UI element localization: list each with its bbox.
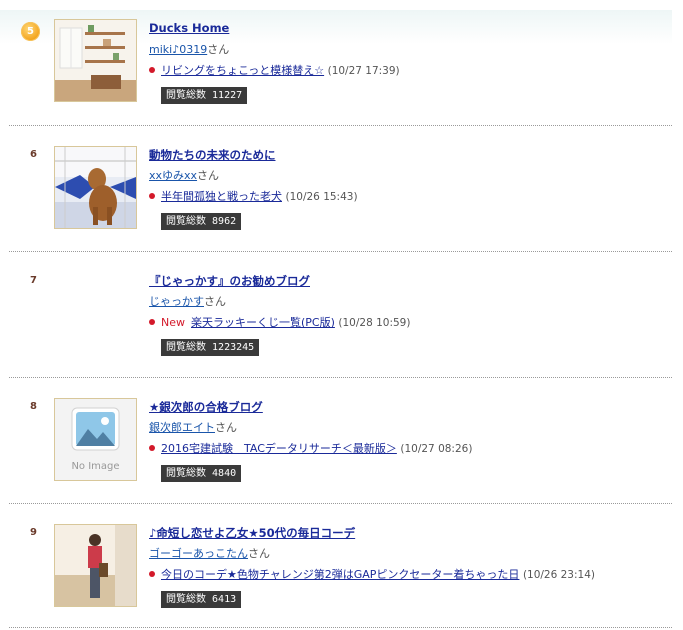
views-counter: 閲覧総数 11227 [161, 87, 248, 104]
latest-post: New 楽天ラッキーくじ一覧(PC版) (10/28 10:59) [149, 314, 410, 330]
blogger-link[interactable]: miki♪0319 [149, 43, 207, 56]
bullet-icon [149, 445, 155, 451]
blogger-link[interactable]: 銀次郎エイト [149, 421, 215, 434]
blog-thumbnail[interactable] [54, 524, 137, 607]
room-photo [55, 20, 136, 101]
views-counter: 閲覧総数 1223245 [161, 339, 260, 356]
post-title-link[interactable]: リビングをちょこっと模様替え☆ [161, 64, 324, 77]
honorific: さん [204, 295, 226, 308]
blogger-name: miki♪0319さん [149, 41, 229, 57]
rank-badge: 5 [21, 22, 40, 41]
post-date: (10/28 10:59) [338, 317, 411, 329]
blogger-link[interactable]: じゃっかす [149, 295, 204, 308]
latest-post: リビングをちょこっと模様替え☆ (10/27 17:39) [149, 62, 400, 78]
bullet-icon [149, 193, 155, 199]
views-counter: 閲覧総数 8962 [161, 213, 242, 230]
post-title-link[interactable]: 今日のコーデ★色物チャレンジ第2弾はGAPピンクセーター着ちゃった日 [161, 568, 519, 581]
blog-title-link[interactable]: 『じゃっかす』のお勧めブログ [149, 273, 310, 289]
bullet-icon [149, 319, 155, 325]
bullet-icon [149, 571, 155, 577]
entry-divider [9, 627, 672, 628]
views-label: 閲覧総数 [166, 594, 206, 605]
latest-post: 半年間孤独と戦った老犬 (10/26 15:43) [149, 188, 358, 204]
views-count: 8962 [212, 216, 237, 227]
views-count: 1223245 [212, 342, 255, 353]
honorific: さん [215, 421, 237, 434]
views-label: 閲覧総数 [166, 90, 206, 101]
latest-post: 2016宅建試験 TACデータリサーチ＜最新版＞ (10/27 08:26) [149, 440, 472, 456]
latest-post: 今日のコーデ★色物チャレンジ第2弾はGAPピンクセーター着ちゃった日 (10/2… [149, 566, 595, 582]
post-date: (10/26 15:43) [285, 191, 358, 203]
views-count: 11227 [212, 90, 243, 101]
blogger-name: 銀次郎エイトさん [149, 419, 237, 435]
honorific: さん [248, 547, 270, 560]
honorific: さん [207, 43, 230, 56]
post-title-link[interactable]: 2016宅建試験 TACデータリサーチ＜最新版＞ [161, 442, 397, 455]
post-title-link[interactable]: 半年間孤独と戦った老犬 [161, 190, 282, 203]
entry-divider [9, 503, 672, 504]
views-label: 閲覧総数 [166, 216, 206, 227]
entry-divider [9, 251, 672, 252]
blogger-name: ゴーゴーあっこたんさん [149, 545, 270, 561]
post-title-link[interactable]: 楽天ラッキーくじ一覧(PC版) [191, 316, 335, 329]
entry-divider [9, 377, 672, 378]
entry-divider [9, 125, 672, 126]
blog-title-link[interactable]: Ducks Home [149, 21, 229, 35]
blogger-link[interactable]: xxゆみxx [149, 169, 197, 182]
no-image-icon [71, 407, 120, 451]
fashion-photo [55, 525, 136, 606]
blogger-name: xxゆみxxさん [149, 167, 219, 183]
blogger-name: じゃっかすさん [149, 293, 226, 309]
views-counter: 閲覧総数 6413 [161, 591, 242, 608]
views-count: 4840 [212, 468, 237, 479]
new-badge: New [161, 316, 185, 329]
blog-thumbnail[interactable] [54, 19, 137, 102]
honorific: さん [197, 169, 220, 182]
rank-number: 6 [30, 149, 37, 160]
rank-number: 8 [30, 401, 37, 412]
blog-title-link[interactable]: ★銀次郎の合格ブログ [149, 399, 263, 415]
post-date: (10/26 23:14) [522, 569, 595, 581]
rank-number: 7 [30, 275, 37, 286]
post-date: (10/27 08:26) [400, 443, 473, 455]
blog-thumbnail[interactable]: No Image [54, 398, 137, 481]
views-counter: 閲覧総数 4840 [161, 465, 242, 482]
blogger-link[interactable]: ゴーゴーあっこたん [149, 547, 248, 560]
post-date: (10/27 17:39) [327, 65, 400, 77]
views-label: 閲覧総数 [166, 342, 206, 353]
blog-title-link[interactable]: 動物たちの未来のために [149, 147, 276, 163]
dog-photo [55, 147, 136, 228]
no-image-label: No Image [71, 461, 120, 472]
views-label: 閲覧総数 [166, 468, 206, 479]
rank-number: 9 [30, 527, 37, 538]
views-count: 6413 [212, 594, 237, 605]
blog-thumbnail[interactable] [54, 146, 137, 229]
blog-title-link[interactable]: ♪命短し恋せよ乙女★50代の毎日コーデ [149, 525, 355, 541]
bullet-icon [149, 67, 155, 73]
